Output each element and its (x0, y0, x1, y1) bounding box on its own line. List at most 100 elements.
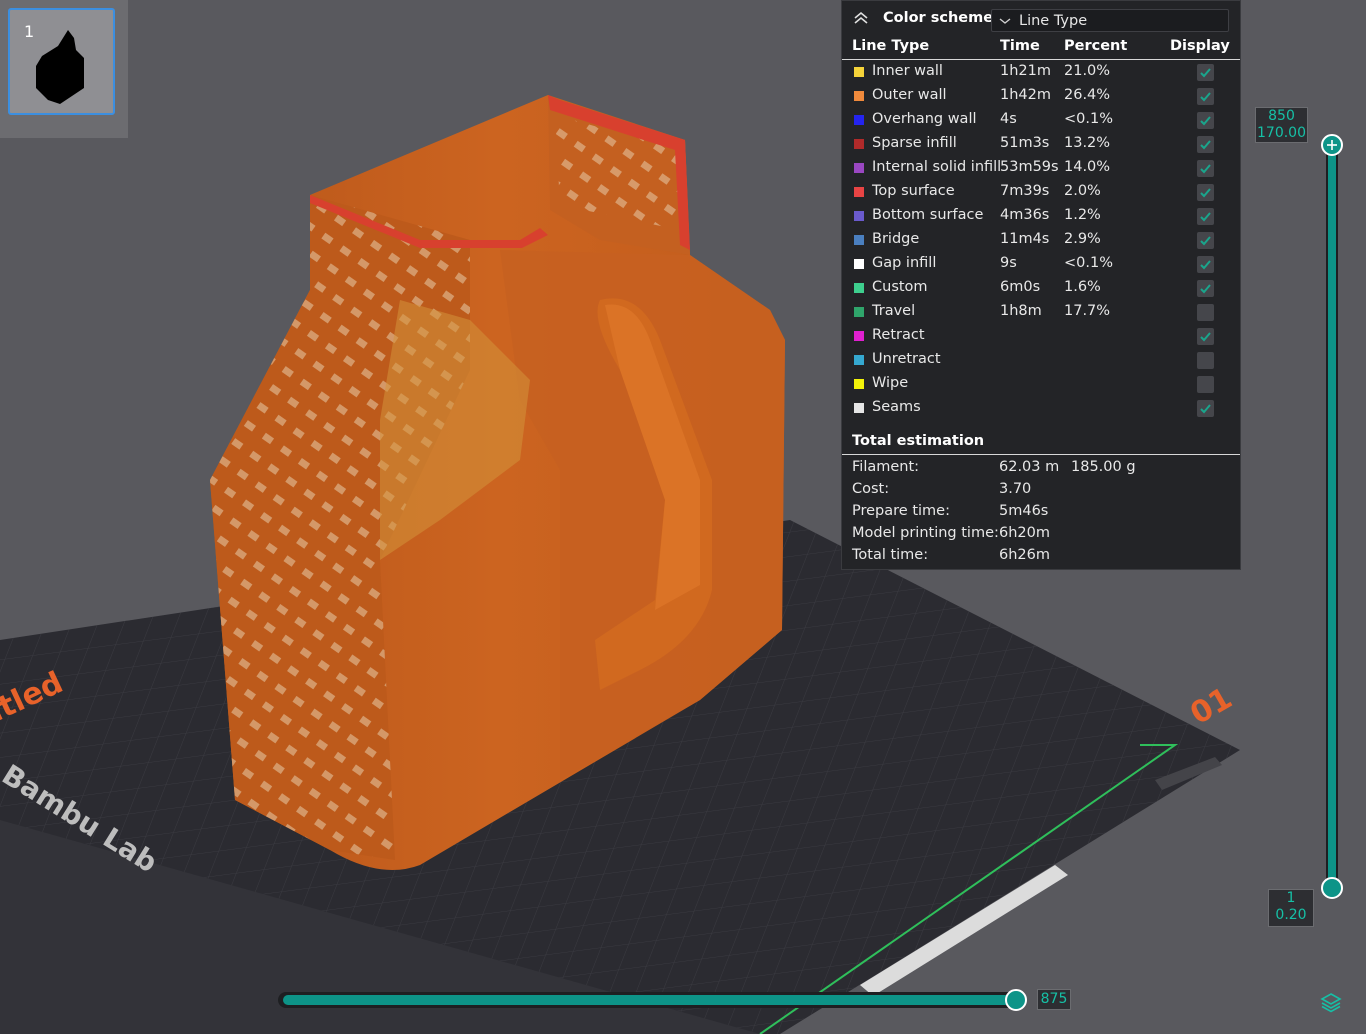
color-scheme-header: Color scheme Line Type (842, 1, 1240, 35)
color-swatch (854, 307, 864, 317)
line-type-time: 6m0s (1000, 279, 1041, 295)
line-type-percent: 13.2% (1064, 135, 1111, 151)
line-type-percent: 26.4% (1064, 87, 1111, 103)
checkmark-icon (1200, 332, 1211, 342)
model-time-value: 6h20m (999, 525, 1050, 541)
line-type-time: 1h21m (1000, 63, 1051, 79)
checkmark-icon (1200, 188, 1211, 198)
display-checkbox[interactable] (1197, 376, 1214, 393)
line-type-row: Wipe (842, 372, 1240, 396)
line-type-time: 7m39s (1000, 183, 1050, 199)
line-type-row: Bottom surface 4m36s 1.2% (842, 204, 1240, 228)
estimation-prepare-time: Prepare time: 5m46s (842, 501, 1240, 523)
line-type-name: Outer wall (872, 87, 947, 103)
color-swatch (854, 211, 864, 221)
color-swatch (854, 115, 864, 125)
filament-weight: 185.00 g (1071, 459, 1136, 475)
line-type-row: Sparse infill 51m3s 13.2% (842, 132, 1240, 156)
checkmark-icon (1200, 140, 1211, 150)
prepare-time-value: 5m46s (999, 503, 1049, 519)
display-checkbox[interactable] (1197, 184, 1214, 201)
line-type-percent: 2.9% (1064, 231, 1101, 247)
line-type-row: Inner wall 1h21m 21.0% (842, 60, 1240, 84)
color-scheme-dropdown[interactable]: Line Type (991, 9, 1229, 32)
line-type-row: Overhang wall 4s <0.1% (842, 108, 1240, 132)
line-type-row: Retract (842, 324, 1240, 348)
display-checkbox[interactable] (1197, 112, 1214, 129)
display-checkbox[interactable] (1197, 208, 1214, 225)
layer-bottom-height: 0.20 (1275, 907, 1307, 923)
line-type-name: Travel (872, 303, 916, 319)
estimation-divider (842, 454, 1240, 455)
display-checkbox[interactable] (1197, 256, 1214, 273)
plate-number-label: 01 (1185, 681, 1239, 732)
display-checkbox[interactable] (1197, 352, 1214, 369)
display-checkbox[interactable] (1197, 400, 1214, 417)
checkmark-icon (1200, 284, 1211, 294)
plus-icon (1327, 140, 1337, 150)
line-type-time: 53m59s (1000, 159, 1059, 175)
move-slider-handle[interactable] (1005, 989, 1027, 1011)
checkmark-icon (1200, 68, 1211, 78)
estimation-model-time: Model printing time: 6h20m (842, 523, 1240, 545)
color-swatch (854, 187, 864, 197)
line-type-name: Gap infill (872, 255, 937, 271)
line-type-time: 11m4s (1000, 231, 1050, 247)
color-scheme-panel: Color scheme Line Type Line Type Time Pe… (841, 0, 1241, 570)
column-header-time: Time (1000, 38, 1040, 54)
display-checkbox[interactable] (1197, 136, 1214, 153)
display-checkbox[interactable] (1197, 280, 1214, 297)
line-type-time: 1h42m (1000, 87, 1051, 103)
color-swatch (854, 163, 864, 173)
column-header-line-type: Line Type (852, 38, 930, 54)
layer-top-handle[interactable] (1321, 134, 1343, 156)
display-checkbox[interactable] (1197, 232, 1214, 249)
filament-label: Filament: (852, 459, 920, 475)
display-checkbox[interactable] (1197, 88, 1214, 105)
checkmark-icon (1200, 116, 1211, 126)
color-swatch (854, 355, 864, 365)
line-type-name: Unretract (872, 351, 941, 367)
checkmark-icon (1200, 164, 1211, 174)
line-type-percent: <0.1% (1064, 255, 1113, 271)
line-type-name: Internal solid infill (872, 159, 1002, 175)
layer-bottom-handle[interactable] (1321, 877, 1343, 899)
line-type-name: Retract (872, 327, 925, 343)
color-swatch (854, 259, 864, 269)
color-swatch (854, 139, 864, 149)
line-type-percent: 21.0% (1064, 63, 1111, 79)
display-checkbox[interactable] (1197, 328, 1214, 345)
line-type-time: 4m36s (1000, 207, 1050, 223)
line-type-row: Internal solid infill 53m59s 14.0% (842, 156, 1240, 180)
line-type-time: 9s (1000, 255, 1017, 271)
estimation-total-time: Total time: 6h26m (842, 545, 1240, 567)
checkmark-icon (1200, 404, 1211, 414)
display-checkbox[interactable] (1197, 160, 1214, 177)
plate-thumbnail[interactable]: 1 (8, 8, 115, 115)
total-time-label: Total time: (852, 547, 929, 563)
collapse-chevron-up-icon[interactable] (852, 9, 870, 27)
display-checkbox[interactable] (1197, 64, 1214, 81)
layer-top-number: 850 (1268, 108, 1295, 124)
line-type-row: Outer wall 1h42m 26.4% (842, 84, 1240, 108)
line-type-name: Inner wall (872, 63, 943, 79)
line-type-percent: 17.7% (1064, 303, 1111, 319)
filament-length: 62.03 m (999, 459, 1060, 475)
line-type-row: Custom 6m0s 1.6% (842, 276, 1240, 300)
line-type-percent: 2.0% (1064, 183, 1101, 199)
display-checkbox[interactable] (1197, 304, 1214, 321)
line-type-name: Wipe (872, 375, 909, 391)
line-type-percent: 1.6% (1064, 279, 1101, 295)
color-swatch (854, 403, 864, 413)
estimation-cost: Cost: 3.70 (842, 479, 1240, 501)
line-type-row: Gap infill 9s <0.1% (842, 252, 1240, 276)
move-slider-range (283, 995, 1018, 1005)
line-type-name: Bridge (872, 231, 920, 247)
layers-icon[interactable] (1320, 991, 1342, 1013)
layer-slider-range (1328, 145, 1336, 890)
line-type-row: Unretract (842, 348, 1240, 372)
layer-top-height: 170.00 (1257, 125, 1306, 141)
line-type-row: Travel 1h8m 17.7% (842, 300, 1240, 324)
color-swatch (854, 283, 864, 293)
column-header-percent: Percent (1064, 38, 1128, 54)
